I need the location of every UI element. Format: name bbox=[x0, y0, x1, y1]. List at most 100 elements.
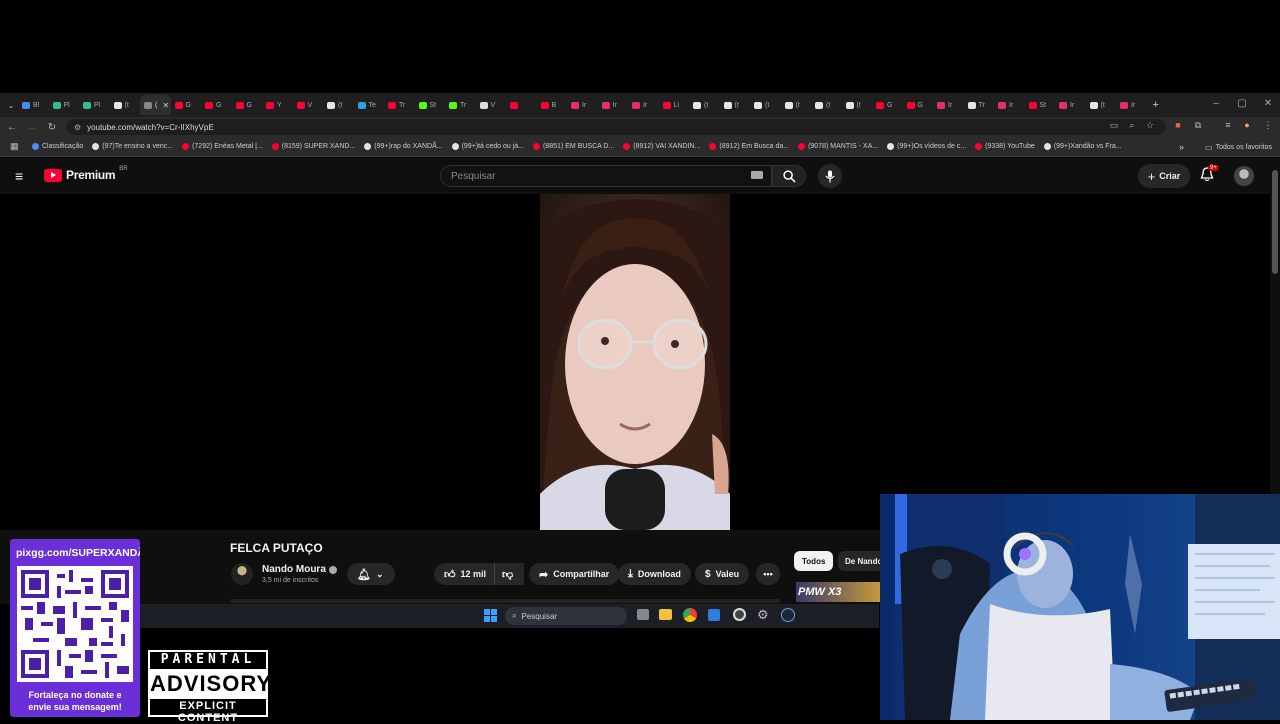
browser-tab[interactable]: Tr bbox=[445, 95, 476, 115]
channel-name[interactable]: Nando Moura bbox=[262, 564, 337, 575]
search-input[interactable]: Pesquisar bbox=[440, 165, 772, 187]
browser-tab[interactable]: (t bbox=[811, 95, 842, 115]
browser-tab[interactable]: Ir bbox=[1055, 95, 1086, 115]
more-actions-button[interactable]: ••• bbox=[756, 563, 780, 585]
browser-tab[interactable]: Ir bbox=[567, 95, 598, 115]
browser-tab[interactable]: Ir bbox=[994, 95, 1025, 115]
browser-tab[interactable]: Pl bbox=[49, 95, 80, 115]
back-button[interactable]: ← bbox=[2, 122, 22, 133]
search-button[interactable] bbox=[772, 165, 806, 187]
bookmark-item[interactable]: Classificação bbox=[32, 143, 83, 150]
steam-icon[interactable] bbox=[781, 608, 795, 622]
browser-tab[interactable]: Ir bbox=[933, 95, 964, 115]
recommended-thumbnail[interactable]: PMW X3 bbox=[796, 582, 880, 602]
browser-tab[interactable]: Y bbox=[262, 95, 293, 115]
browser-tab[interactable]: (t bbox=[720, 95, 751, 115]
browser-tab[interactable]: St bbox=[1025, 95, 1056, 115]
browser-tab[interactable]: G bbox=[872, 95, 903, 115]
browser-tab[interactable]: Pl bbox=[79, 95, 110, 115]
browser-tab[interactable]: B bbox=[537, 95, 568, 115]
extensions-puzzle-icon[interactable]: ⧉ bbox=[1191, 120, 1205, 131]
app-icon[interactable] bbox=[708, 609, 720, 621]
maximize-button[interactable]: ▢ bbox=[1230, 93, 1254, 113]
close-tab-icon[interactable]: ✕ bbox=[162, 101, 169, 110]
dislike-button[interactable]: 👎︎ bbox=[494, 563, 522, 585]
browser-tab[interactable]: (t bbox=[842, 95, 873, 115]
browser-menu-icon[interactable]: ⋮ bbox=[1261, 120, 1275, 131]
browser-tab[interactable]: Bl bbox=[18, 95, 49, 115]
extension-icon[interactable]: ■ bbox=[1171, 120, 1185, 130]
scrollbar-thumb[interactable] bbox=[1272, 170, 1278, 274]
browser-tab[interactable]: Li bbox=[659, 95, 690, 115]
browser-tab[interactable]: (t bbox=[750, 95, 781, 115]
bookmark-item[interactable]: (99+)Xandão vs Fra... bbox=[1043, 143, 1122, 150]
browser-tab[interactable]: (t bbox=[323, 95, 354, 115]
browser-tab[interactable]: (✕ bbox=[140, 95, 171, 115]
browser-tab[interactable]: Ir bbox=[1116, 95, 1147, 115]
bookmark-item[interactable]: (97)Te ensino a venc... bbox=[92, 143, 173, 150]
channel-avatar[interactable] bbox=[231, 563, 253, 585]
bookmark-item[interactable]: (99+)rap do XANDÃ... bbox=[364, 143, 443, 150]
bookmark-item[interactable]: (8912) VAI XANDIN... bbox=[623, 143, 700, 150]
thanks-button[interactable]: $ Valeu bbox=[695, 563, 750, 585]
zoom-icon[interactable]: ⌕ bbox=[1125, 120, 1139, 131]
reload-button[interactable]: ↻ bbox=[42, 122, 62, 133]
share-button[interactable]: ➦ Compartilhar bbox=[529, 563, 620, 585]
hamburger-menu-icon[interactable]: ≡ bbox=[15, 168, 23, 184]
browser-tab[interactable]: G bbox=[232, 95, 263, 115]
bookmark-item[interactable]: (9338) YouTube bbox=[975, 143, 1035, 150]
bookmark-item[interactable]: (8851) EM BUSCA D... bbox=[533, 143, 614, 150]
browser-tab[interactable]: G bbox=[171, 95, 202, 115]
keyboard-icon[interactable] bbox=[751, 171, 763, 179]
close-window-button[interactable]: ✕ bbox=[1256, 93, 1280, 113]
browser-tab[interactable]: (t bbox=[110, 95, 141, 115]
browser-tab[interactable]: G bbox=[201, 95, 232, 115]
tab-search-icon[interactable]: ⌄ bbox=[4, 101, 18, 110]
video-frame[interactable] bbox=[540, 194, 730, 530]
address-bar[interactable]: ⚙ youtube.com/watch?v=Cr-IIXhyVpE bbox=[66, 119, 1166, 135]
bookmark-star-icon[interactable]: ☆ bbox=[1143, 120, 1157, 131]
download-button[interactable]: ⤓ Download bbox=[618, 563, 691, 585]
apps-grid-icon[interactable]: ▦ bbox=[10, 141, 19, 152]
browser-tab[interactable]: Ir bbox=[598, 95, 629, 115]
browser-tab[interactable]: G bbox=[903, 95, 934, 115]
browser-tab[interactable]: Tr bbox=[964, 95, 995, 115]
browser-tab[interactable]: V bbox=[476, 95, 507, 115]
voice-search-button[interactable] bbox=[818, 164, 842, 188]
new-tab-button[interactable]: + bbox=[1153, 99, 1159, 111]
browser-tab[interactable]: V bbox=[293, 95, 324, 115]
subscription-bell-button[interactable]: 🔔︎ ⌄ bbox=[347, 563, 395, 585]
browser-tab[interactable] bbox=[506, 95, 537, 115]
site-info-icon[interactable]: ⚙ bbox=[74, 123, 81, 132]
all-bookmarks-link[interactable]: ▭ Todos os favoritos bbox=[1205, 143, 1272, 152]
file-explorer-icon[interactable] bbox=[659, 609, 672, 620]
video-player[interactable] bbox=[0, 194, 1270, 530]
browser-tab[interactable]: Te bbox=[354, 95, 385, 115]
account-avatar[interactable] bbox=[1234, 166, 1254, 186]
minimize-button[interactable]: – bbox=[1204, 93, 1228, 113]
reading-list-icon[interactable]: ≡ bbox=[1221, 120, 1235, 130]
bookmarks-overflow-icon[interactable]: » bbox=[1179, 142, 1184, 152]
bookmark-item[interactable]: (8159) SUPER XAND... bbox=[271, 143, 355, 150]
forward-button[interactable]: → bbox=[22, 122, 42, 133]
browser-tab[interactable]: Tr bbox=[384, 95, 415, 115]
browser-tab[interactable]: (t bbox=[781, 95, 812, 115]
chrome-icon[interactable] bbox=[683, 608, 697, 622]
browser-tab[interactable]: Ir bbox=[628, 95, 659, 115]
obs-icon[interactable] bbox=[733, 608, 746, 621]
taskbar-search-input[interactable]: ⌕ Pesquisar bbox=[505, 607, 627, 625]
bookmark-item[interactable]: (99+)Os vídeos de c... bbox=[887, 143, 966, 150]
bookmark-item[interactable]: (7292) Enéas Metal |... bbox=[182, 143, 263, 150]
chip-all[interactable]: Todos bbox=[794, 551, 834, 571]
chip-from-channel[interactable]: De Nando bbox=[838, 551, 880, 571]
browser-tab[interactable]: (t bbox=[1086, 95, 1117, 115]
cast-icon[interactable]: ▭ bbox=[1107, 120, 1121, 131]
settings-gear-icon[interactable]: ⚙ bbox=[757, 607, 769, 623]
browser-tab[interactable]: St bbox=[415, 95, 446, 115]
bookmark-item[interactable]: (8912) Em Busca da... bbox=[709, 143, 789, 150]
profile-avatar[interactable]: ● bbox=[1240, 120, 1254, 130]
windows-start-icon[interactable] bbox=[484, 609, 497, 622]
browser-tab[interactable]: (t bbox=[689, 95, 720, 115]
task-view-icon[interactable] bbox=[637, 609, 649, 620]
bookmark-item[interactable]: (99+)tá cedo ou já... bbox=[451, 143, 524, 150]
